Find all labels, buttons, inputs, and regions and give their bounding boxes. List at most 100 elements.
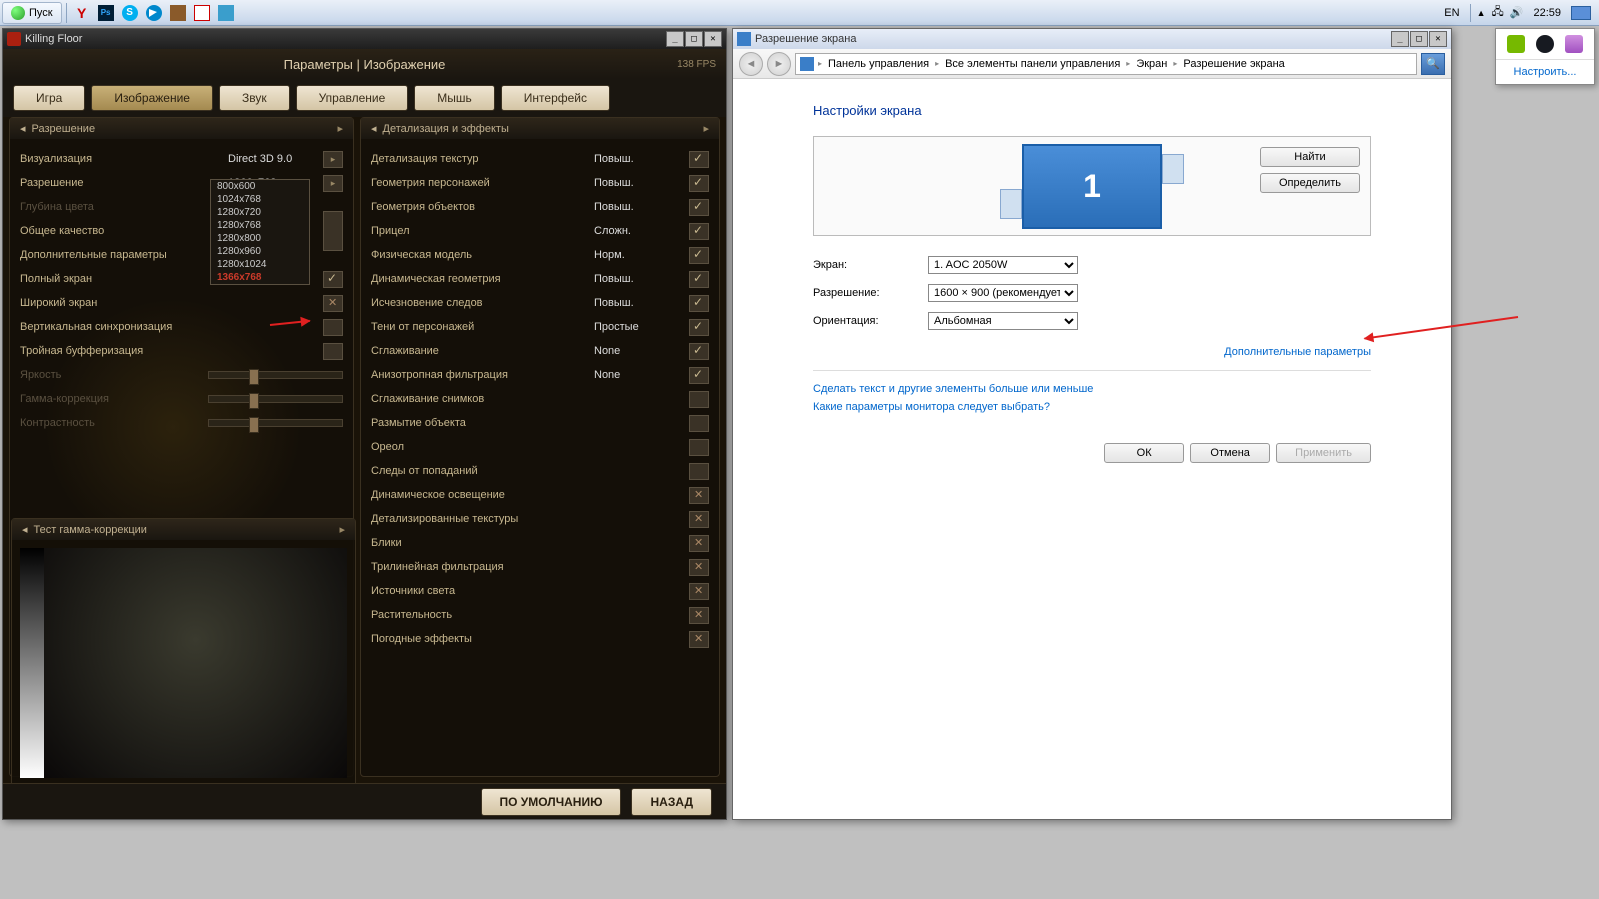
panel-caret-icon[interactable]: ▸	[339, 523, 345, 536]
quality-slider[interactable]	[323, 211, 343, 251]
checkbox[interactable]	[689, 439, 709, 456]
taskbar-app-photoshop[interactable]: Ps	[95, 2, 117, 24]
panel-caret-icon[interactable]: ▸	[337, 122, 343, 135]
panel-caret-icon[interactable]: ▸	[703, 122, 709, 135]
checkbox[interactable]	[689, 391, 709, 408]
cancel-button[interactable]: Отмена	[1190, 443, 1270, 463]
tray-app-icon[interactable]	[1565, 35, 1583, 53]
checkbox[interactable]	[689, 631, 709, 648]
resolution-select[interactable]: 1600 × 900 (рекомендуется)	[928, 284, 1078, 302]
panel-caret-icon[interactable]: ◂	[22, 523, 28, 536]
kf-titlebar[interactable]: Killing Floor _ □ ✕	[3, 29, 726, 49]
checkbox[interactable]	[689, 271, 709, 288]
tray-nvidia-icon[interactable]	[1507, 35, 1525, 53]
dropdown-option[interactable]: 1024x768	[211, 193, 309, 206]
dropdown-option[interactable]: 800x600	[211, 180, 309, 193]
tray-steam-icon[interactable]	[1536, 35, 1554, 53]
dropdown-option[interactable]: 1280x800	[211, 232, 309, 245]
defaults-button[interactable]: ПО УМОЛЧАНИЮ	[481, 788, 622, 816]
advanced-params-link[interactable]: Дополнительные параметры	[813, 346, 1371, 358]
checkbox[interactable]	[689, 583, 709, 600]
network-icon[interactable]: 🖧	[1492, 3, 1504, 22]
checkbox[interactable]	[689, 175, 709, 192]
taskbar-app-yandex[interactable]: Y	[71, 2, 93, 24]
slider[interactable]	[208, 419, 343, 427]
start-button[interactable]: Пуск	[2, 2, 62, 24]
volume-icon[interactable]: 🔊	[1510, 6, 1524, 19]
show-desktop-button[interactable]	[1571, 6, 1591, 20]
checkbox[interactable]	[689, 295, 709, 312]
maximize-button[interactable]: □	[1410, 31, 1428, 47]
dropdown-option[interactable]: 1280x720	[211, 206, 309, 219]
ok-button[interactable]: ОК	[1104, 443, 1184, 463]
slider[interactable]	[208, 395, 343, 403]
checkbox[interactable]	[689, 559, 709, 576]
close-button[interactable]: ✕	[704, 31, 722, 47]
next-icon[interactable]: ▸	[323, 175, 343, 192]
nav-forward-button[interactable]: ►	[767, 52, 791, 76]
taskbar-app-skype[interactable]: S	[119, 2, 141, 24]
taskbar-app-telegram[interactable]	[143, 2, 165, 24]
checkbox[interactable]	[323, 319, 343, 336]
nav-back-button[interactable]: ◄	[739, 52, 763, 76]
tab-интерфейс[interactable]: Интерфейс	[501, 85, 610, 111]
tab-мышь[interactable]: Мышь	[414, 85, 495, 111]
find-button[interactable]: Найти	[1260, 147, 1360, 167]
minimize-button[interactable]: _	[666, 31, 684, 47]
clock[interactable]: 22:59	[1529, 7, 1565, 19]
minimize-button[interactable]: _	[1391, 31, 1409, 47]
slider[interactable]	[208, 371, 343, 379]
orientation-select[interactable]: Альбомная	[928, 312, 1078, 330]
breadcrumb-segment[interactable]: Панель управления	[824, 58, 933, 70]
monitor-preview-area[interactable]: 1 Найти Определить	[813, 136, 1371, 236]
breadcrumb-segment[interactable]: Все элементы панели управления	[941, 58, 1124, 70]
language-indicator[interactable]: EN	[1440, 5, 1463, 21]
checkbox[interactable]	[689, 343, 709, 360]
screen-select[interactable]: 1. AOC 2050W	[928, 256, 1078, 274]
checkbox[interactable]	[689, 415, 709, 432]
search-button[interactable]: 🔍	[1421, 53, 1445, 75]
taskbar-app-unknown2[interactable]	[191, 2, 213, 24]
tab-игра[interactable]: Игра	[13, 85, 85, 111]
tray-expand-icon[interactable]: ▲	[1477, 8, 1486, 18]
checkbox[interactable]	[689, 319, 709, 336]
win-titlebar[interactable]: Разрешение экрана _ □ ✕	[733, 29, 1451, 49]
checkbox[interactable]	[689, 463, 709, 480]
checkbox[interactable]	[689, 247, 709, 264]
monitor-icon[interactable]: 1	[1022, 144, 1162, 229]
tab-звук[interactable]: Звук	[219, 85, 290, 111]
tab-изображение[interactable]: Изображение	[91, 85, 213, 111]
taskbar-app-unknown3[interactable]	[215, 2, 237, 24]
checkbox[interactable]	[689, 199, 709, 216]
next-icon[interactable]: ▸	[323, 151, 343, 168]
checkbox[interactable]	[323, 271, 343, 288]
back-button[interactable]: НАЗАД	[631, 788, 712, 816]
panel-caret-icon[interactable]: ◂	[20, 122, 26, 135]
dropdown-option[interactable]: 1366x768	[211, 271, 309, 284]
taskbar-app-unknown1[interactable]	[167, 2, 189, 24]
apply-button[interactable]: Применить	[1276, 443, 1371, 463]
breadcrumb-segment[interactable]: Разрешение экрана	[1179, 58, 1288, 70]
detect-button[interactable]: Определить	[1260, 173, 1360, 193]
dropdown-option[interactable]: 1280x1024	[211, 258, 309, 271]
checkbox[interactable]	[689, 151, 709, 168]
dropdown-option[interactable]: 1280x960	[211, 245, 309, 258]
checkbox[interactable]	[323, 343, 343, 360]
checkbox[interactable]	[323, 295, 343, 312]
help-link[interactable]: Какие параметры монитора следует выбрать…	[813, 401, 1371, 413]
text-size-link[interactable]: Сделать текст и другие элементы больше и…	[813, 383, 1371, 395]
checkbox[interactable]	[689, 535, 709, 552]
checkbox[interactable]	[689, 511, 709, 528]
dropdown-option[interactable]: 1280x768	[211, 219, 309, 232]
close-button[interactable]: ✕	[1429, 31, 1447, 47]
tab-управление[interactable]: Управление	[296, 85, 409, 111]
breadcrumb[interactable]: ▸ Панель управления▸Все элементы панели …	[795, 53, 1417, 75]
checkbox[interactable]	[689, 367, 709, 384]
tray-customize-link[interactable]: Настроить...	[1496, 59, 1594, 84]
panel-caret-icon[interactable]: ◂	[371, 122, 377, 135]
breadcrumb-segment[interactable]: Экран	[1132, 58, 1171, 70]
checkbox[interactable]	[689, 607, 709, 624]
maximize-button[interactable]: □	[685, 31, 703, 47]
resolution-dropdown[interactable]: 800x6001024x7681280x7201280x7681280x8001…	[210, 179, 310, 285]
checkbox[interactable]	[689, 223, 709, 240]
